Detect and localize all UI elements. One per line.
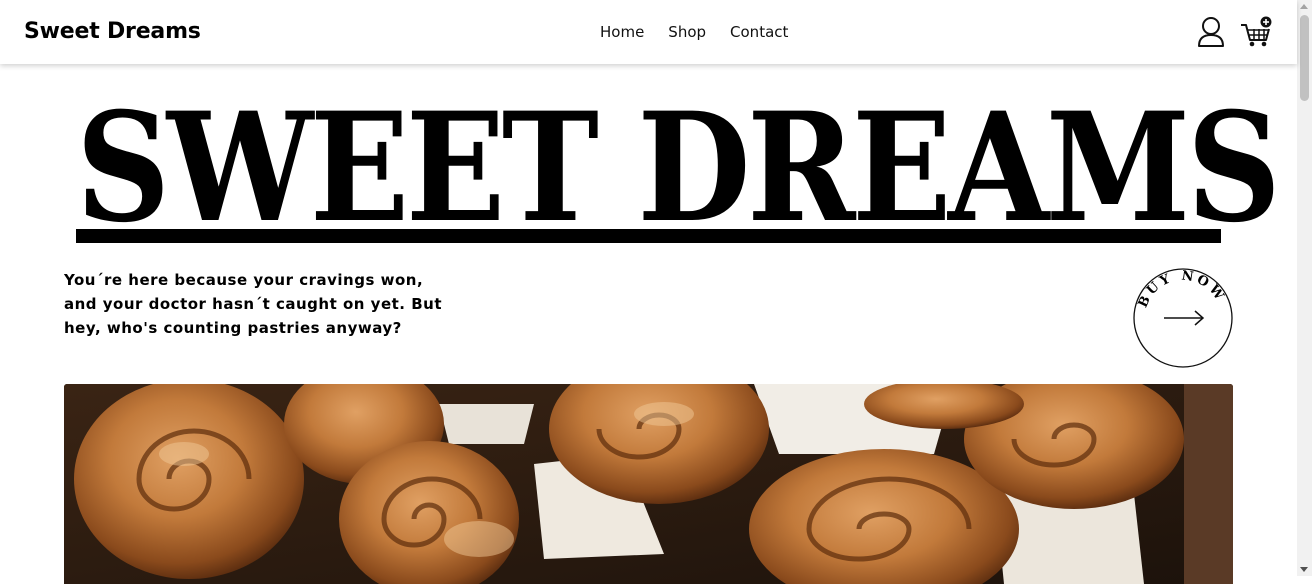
nav-contact-link[interactable]: Contact [730, 23, 788, 41]
cart-add-icon[interactable] [1240, 16, 1274, 48]
nav-home-link[interactable]: Home [600, 23, 644, 41]
scroll-thumb[interactable] [1300, 15, 1309, 101]
hero-tagline: You´re here because your cravings won, a… [64, 271, 443, 337]
brand-logo[interactable]: Sweet Dreams [24, 19, 201, 44]
main-nav: Home Shop Contact [600, 23, 788, 41]
user-icon[interactable] [1196, 16, 1226, 48]
scroll-up-arrow-icon[interactable] [1300, 4, 1308, 9]
cinnamon-rolls-photo [64, 384, 1233, 584]
page-scrollbar[interactable] [1297, 0, 1312, 576]
nav-shop-link[interactable]: Shop [668, 23, 706, 41]
hero-title-underline [76, 229, 1221, 243]
navbar: Sweet Dreams Home Shop Contact [0, 0, 1297, 64]
scroll-down-arrow-icon[interactable] [1300, 567, 1308, 572]
buy-now-button[interactable]: BUY NOW [1132, 267, 1234, 369]
hero-title: SWEET DREAMS [76, 80, 1281, 256]
nav-icons [1196, 16, 1274, 48]
